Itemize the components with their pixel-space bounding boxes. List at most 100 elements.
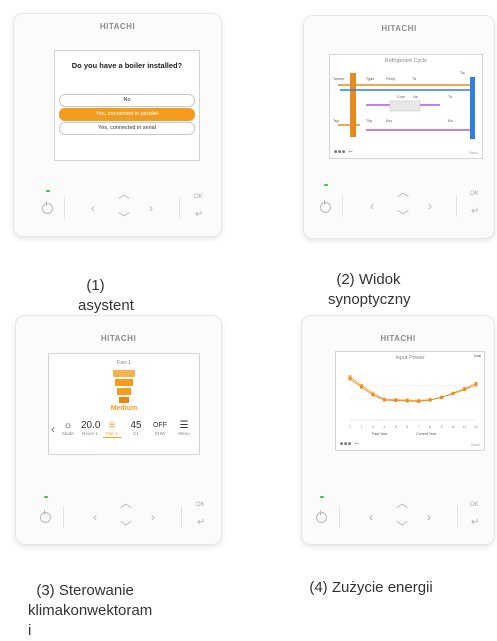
divider: [179, 197, 180, 219]
mode-item[interactable]: ☼ Mode: [59, 420, 77, 437]
status-led: [44, 496, 48, 498]
brand-logo: HITACHI: [100, 334, 137, 343]
x-tick-label: 6: [406, 425, 408, 429]
blue-tank: [470, 77, 475, 139]
power-icon[interactable]: [316, 510, 327, 523]
down-arrow-icon[interactable]: ﹀: [120, 521, 132, 533]
data-point: [394, 399, 398, 402]
label-twcmp: Twcmp: [333, 77, 345, 81]
c1-item[interactable]: 45 C1: [127, 420, 145, 437]
x-tick-label: 8: [429, 425, 431, 429]
brand-logo: HITACHI: [99, 22, 136, 31]
caption-2: (2) Widok synoptyczny: [328, 271, 411, 308]
ok-button[interactable]: OK: [470, 191, 479, 197]
divider: [63, 506, 64, 528]
option-no[interactable]: No: [59, 94, 195, 107]
label-tgas: Tgas: [366, 77, 374, 81]
menu-item[interactable]: ☰ Menu: [175, 420, 193, 437]
data-point: [417, 399, 421, 403]
controller-4: HITACHI Input Power Total 1 2 3 4 5 6 7 8 9 10 11 1…: [301, 315, 495, 545]
back-icon[interactable]: ↵: [197, 517, 205, 528]
screen-3: Fan 1 Medium ‹ ☼ Mode 20.0 Room 1 ≡ Fan …: [48, 353, 200, 455]
input-power-chart: 1 2 3 4 5 6 7 8 9 10 11 12: [348, 375, 478, 429]
left-chevron-icon[interactable]: ‹: [51, 423, 55, 435]
caption-4: (4) Zużycie energii: [309, 579, 433, 596]
screen-4: Input Power Total 1 2 3 4 5 6 7 8 9 10 11 12 Past Y…: [335, 351, 485, 451]
footer-icons[interactable]: ■■■ ⊢: [340, 441, 360, 447]
fan-level: Medium: [110, 405, 138, 412]
right-arrow-icon[interactable]: ›: [428, 200, 432, 212]
power-icon[interactable]: [40, 510, 51, 523]
label-cont: Cont: [397, 95, 405, 99]
caption-1: (1) asystent: [78, 277, 134, 314]
up-arrow-icon[interactable]: ︿: [120, 497, 132, 509]
total-label: Total: [473, 354, 481, 358]
left-arrow-icon[interactable]: ‹: [93, 511, 97, 523]
x-tick-label: 7: [418, 425, 420, 429]
right-arrow-icon[interactable]: ›: [149, 202, 153, 214]
x-tick-label: 10: [451, 425, 455, 429]
power-icon[interactable]: [42, 201, 53, 214]
down-arrow-icon[interactable]: ﹀: [397, 210, 409, 222]
up-arrow-icon[interactable]: ︿: [118, 188, 130, 200]
power-icon[interactable]: [320, 200, 331, 213]
data-point: [359, 385, 363, 389]
down-arrow-icon[interactable]: ﹀: [118, 212, 130, 224]
orange-tank: [350, 73, 356, 137]
ok-button[interactable]: OK: [194, 194, 203, 200]
controller-3: HITACHI Fan 1 Medium ‹ ☼ Mode 20.0 Room …: [15, 315, 222, 545]
divider: [457, 506, 458, 528]
series-line-0: [349, 376, 477, 401]
fan-icon: ≡: [109, 420, 115, 431]
data-point: [451, 391, 455, 395]
grey-block: [389, 100, 421, 112]
screen-1: Do you have a boiler installed? No Yes, …: [54, 50, 200, 161]
label-tliq: Tliq: [366, 119, 372, 123]
label-evi: Evi: [448, 119, 453, 123]
data-point: [382, 398, 386, 402]
back-icon[interactable]: ↵: [471, 517, 479, 528]
fan-title: Fan 1: [116, 360, 132, 366]
right-arrow-icon[interactable]: ›: [427, 511, 431, 523]
x-tick-label: 5: [395, 425, 397, 429]
room-temp-item[interactable]: 20.0 Room 1: [81, 420, 100, 437]
back-link[interactable]: Back: [469, 150, 478, 155]
controller-1: HITACHI Do you have a boiler installed? …: [13, 13, 222, 237]
data-point: [371, 393, 375, 397]
label-pcmp: Pcmp: [386, 77, 396, 81]
x-tick-label: 4: [383, 425, 385, 429]
x-tick-label: 3: [372, 425, 374, 429]
dhw-item[interactable]: OFF DHW: [151, 420, 169, 437]
fan-item[interactable]: ≡ Fan 1: [103, 420, 121, 438]
left-arrow-icon[interactable]: ‹: [91, 202, 95, 214]
option-serial[interactable]: Yes, connected in serial: [59, 122, 195, 135]
back-icon[interactable]: ↵: [471, 206, 479, 217]
up-arrow-icon[interactable]: ︿: [397, 186, 409, 198]
right-arrow-icon[interactable]: ›: [151, 511, 155, 523]
divider: [64, 197, 65, 219]
divider: [456, 195, 457, 217]
label-evo: Evo: [386, 119, 393, 123]
back-link[interactable]: Back: [471, 442, 480, 447]
option-parallel[interactable]: Yes, connected in parallel: [59, 108, 195, 121]
back-icon[interactable]: ↵: [195, 209, 203, 220]
screen-2: Refrigerant Cycle Twcmp Tgas Pcmp Td Tw …: [329, 54, 483, 159]
data-point: [348, 377, 352, 381]
left-arrow-icon[interactable]: ‹: [369, 511, 373, 523]
divider: [342, 195, 343, 217]
boiler-question: Do you have a boiler installed?: [71, 61, 183, 70]
up-arrow-icon[interactable]: ︿: [396, 497, 408, 509]
status-led: [320, 496, 324, 498]
label-td: Td: [412, 77, 417, 81]
ok-button[interactable]: OK: [196, 502, 205, 508]
left-arrow-icon[interactable]: ‹: [370, 200, 374, 212]
status-led: [324, 184, 328, 186]
x-tick-label: 1: [349, 425, 351, 429]
divider: [339, 506, 340, 528]
ok-button[interactable]: OK: [470, 502, 479, 508]
legend-current: Current Year: [416, 432, 437, 436]
footer-icons[interactable]: ■■■ ⊢: [334, 149, 354, 155]
down-arrow-icon[interactable]: ﹀: [396, 521, 408, 533]
menu-icon: ☰: [179, 420, 189, 431]
label-ha: Ha: [413, 95, 418, 99]
